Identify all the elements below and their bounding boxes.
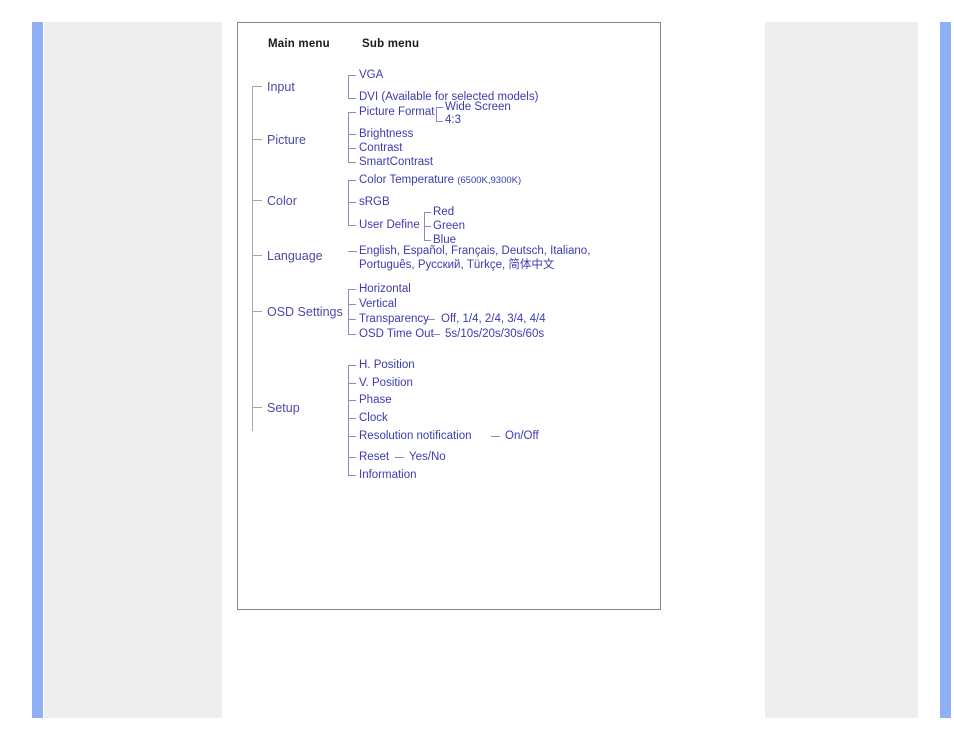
osd-branch-tick-horizontal: [348, 289, 356, 290]
submenu-item-4-3[interactable]: 4:3: [445, 114, 461, 127]
osd-branch-tick-timeout: [348, 334, 356, 335]
submenu-item-resolution-notification[interactable]: Resolution notification: [359, 430, 472, 443]
submenu-item-vga[interactable]: VGA: [359, 69, 383, 82]
main-menu-item-picture[interactable]: Picture: [267, 133, 306, 147]
submenu-item-h-position[interactable]: H. Position: [359, 359, 415, 372]
setup-branch-tick-resolution: [348, 436, 356, 437]
picture-branch-tick-brightness: [348, 134, 356, 135]
setup-branch-tick-clock: [348, 418, 356, 419]
picture-format-tick-wide: [436, 107, 443, 108]
picture-branch-spine: [348, 112, 349, 162]
trunk-tick-color: [252, 200, 262, 201]
menu-tree: Input Picture Color Language OSD Setting…: [238, 23, 660, 609]
language-branch-tick: [348, 251, 357, 252]
submenu-item-languages[interactable]: English, Español, Français, Deutsch, Ita…: [359, 244, 644, 272]
osd-branch-spine: [348, 289, 349, 334]
submenu-item-color-temperature[interactable]: Color Temperature (6500K,9300K): [359, 174, 521, 187]
trunk-tick-picture: [252, 139, 262, 140]
trunk-tick-input: [252, 86, 262, 87]
left-sidebar-panel: [32, 22, 222, 718]
submenu-item-brightness[interactable]: Brightness: [359, 128, 413, 141]
transparency-values: Off, 1/4, 2/4, 3/4, 4/4: [441, 313, 546, 325]
input-branch-spine: [348, 75, 349, 98]
picture-branch-tick-contrast: [348, 148, 356, 149]
resolution-value-connector: [491, 436, 500, 437]
color-temperature-values: (6500K,9300K): [457, 175, 522, 186]
color-temperature-label: Color Temperature: [359, 174, 455, 186]
setup-branch-tick-reset: [348, 457, 356, 458]
submenu-item-horizontal[interactable]: Horizontal: [359, 283, 411, 296]
right-sidebar-panel: [765, 22, 951, 718]
osd-menu-diagram-box: Main menu Sub menu Input Picture Color L…: [237, 22, 661, 610]
color-branch-tick-srgb: [348, 202, 356, 203]
picture-format-tick-43: [436, 121, 443, 122]
osd-branch-tick-vertical: [348, 304, 356, 305]
user-define-tick-green: [424, 226, 431, 227]
osd-time-out-values: 5s/10s/20s/30s/60s: [445, 328, 545, 340]
submenu-item-information[interactable]: Information: [359, 469, 417, 482]
user-define-tick-blue: [424, 240, 431, 241]
main-menu-item-color[interactable]: Color: [267, 194, 297, 208]
setup-branch-tick-information: [348, 475, 356, 476]
submenu-item-wide-screen[interactable]: Wide Screen: [445, 101, 511, 114]
main-menu-item-setup[interactable]: Setup: [267, 401, 300, 415]
resolution-notification-values: On/Off: [505, 430, 539, 442]
submenu-item-transparency[interactable]: Transparency: [359, 313, 429, 326]
user-define-tick-red: [424, 212, 431, 213]
submenu-item-reset[interactable]: Reset: [359, 451, 389, 464]
submenu-item-smartcontrast[interactable]: SmartContrast: [359, 156, 433, 169]
setup-branch-spine: [348, 365, 349, 475]
trunk-tick-osd: [252, 311, 262, 312]
transparency-value-connector: [426, 319, 435, 320]
main-menu-item-language[interactable]: Language: [267, 249, 323, 263]
picture-branch-tick-format: [348, 112, 356, 113]
submenu-item-phase[interactable]: Phase: [359, 394, 392, 407]
right-accent-bar: [940, 22, 951, 718]
setup-branch-tick-vposition: [348, 383, 356, 384]
timeout-value-connector: [431, 334, 440, 335]
setup-branch-tick-hposition: [348, 365, 356, 366]
submenu-item-contrast[interactable]: Contrast: [359, 142, 402, 155]
main-menu-item-osd-settings[interactable]: OSD Settings: [267, 305, 343, 319]
trunk-tick-language: [252, 255, 262, 256]
color-branch-tick-temp: [348, 180, 356, 181]
trunk-tick-setup: [252, 407, 262, 408]
osd-branch-tick-transparency: [348, 319, 356, 320]
picture-branch-tick-smartcontrast: [348, 162, 356, 163]
submenu-item-clock[interactable]: Clock: [359, 412, 388, 425]
right-panel-body: [765, 22, 918, 718]
left-accent-bar: [32, 22, 43, 718]
left-panel-body: [44, 22, 222, 718]
input-branch-tick-dvi: [348, 98, 356, 99]
reset-values: Yes/No: [409, 451, 446, 463]
setup-branch-tick-phase: [348, 400, 356, 401]
submenu-item-user-define[interactable]: User Define: [359, 219, 420, 232]
trunk-line: [252, 86, 253, 431]
submenu-item-srgb[interactable]: sRGB: [359, 196, 390, 209]
reset-value-connector: [395, 457, 404, 458]
picture-format-subspine: [436, 107, 437, 121]
submenu-item-osd-time-out[interactable]: OSD Time Out: [359, 328, 434, 341]
submenu-item-red[interactable]: Red: [433, 206, 454, 219]
color-branch-tick-userdefine: [348, 225, 356, 226]
submenu-item-vertical[interactable]: Vertical: [359, 298, 397, 311]
main-menu-item-input[interactable]: Input: [267, 80, 295, 94]
submenu-item-picture-format[interactable]: Picture Format: [359, 106, 434, 119]
submenu-item-v-position[interactable]: V. Position: [359, 377, 413, 390]
submenu-item-green[interactable]: Green: [433, 220, 465, 233]
input-branch-tick-vga: [348, 75, 356, 76]
